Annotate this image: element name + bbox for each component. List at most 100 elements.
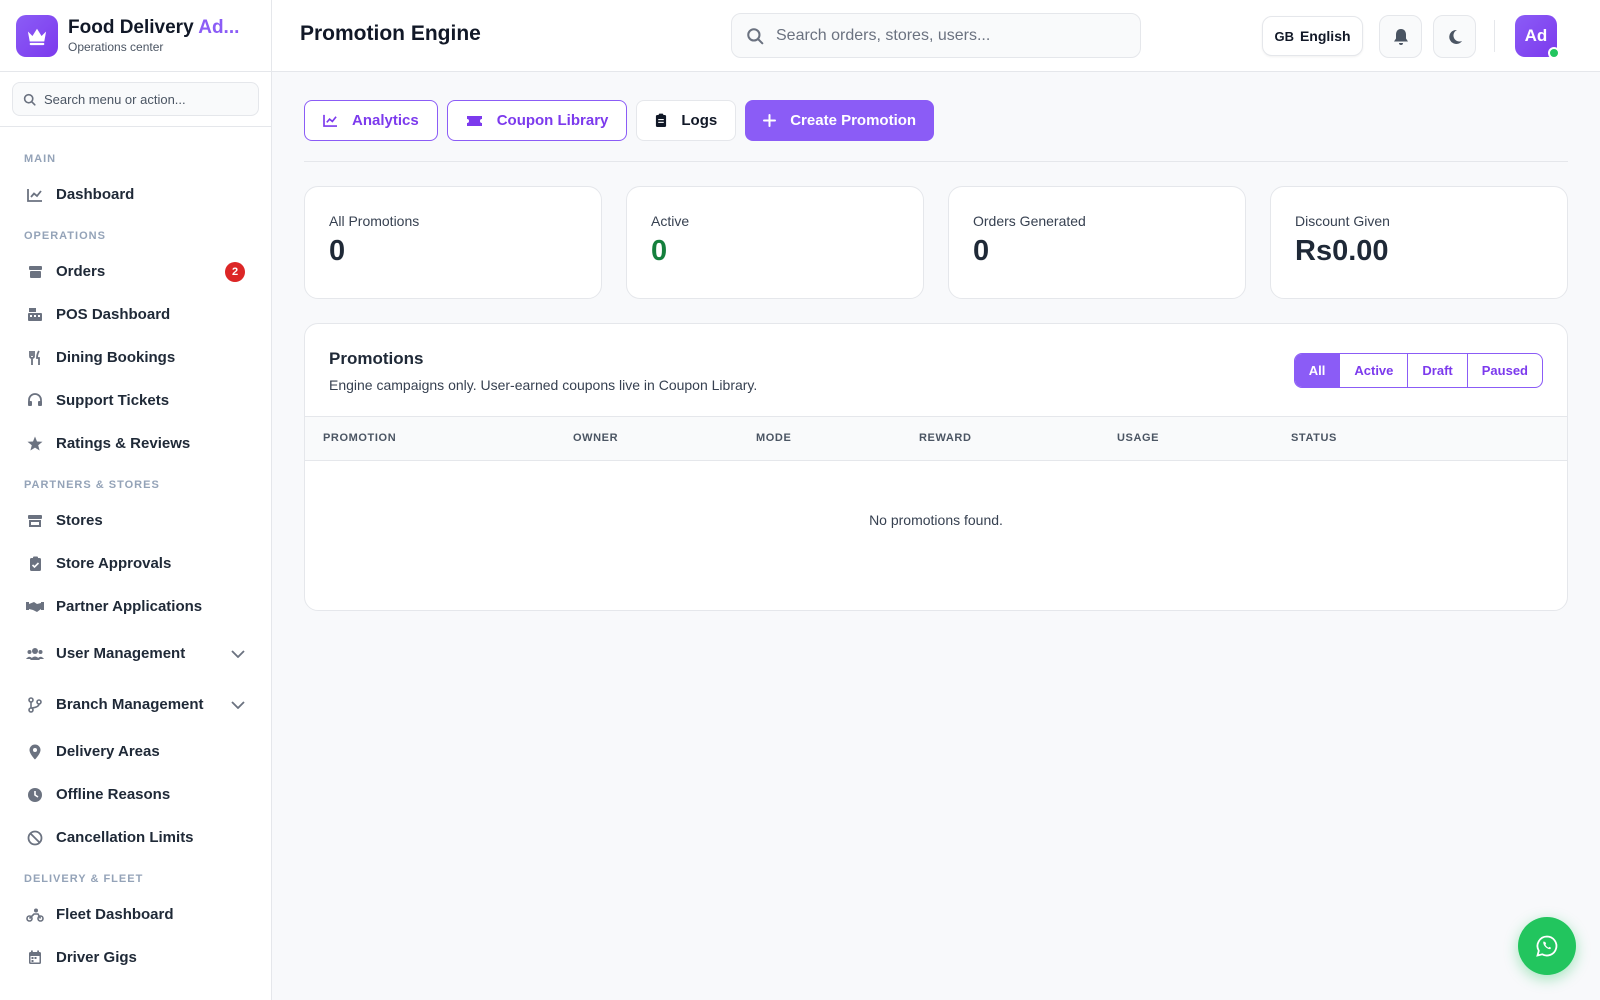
chevron-down-icon[interactable] [231,645,245,663]
sidebar-item-pos-dashboard[interactable]: POS Dashboard [0,293,271,336]
sidebar-item-label: Orders [56,263,106,280]
stat-value: Rs0.00 [1295,235,1389,267]
global-search-input[interactable] [776,26,1116,45]
stat-value: 0 [329,235,346,267]
notifications-button[interactable] [1379,15,1422,58]
empty-state-message: No promotions found. [869,512,1003,528]
analytics-button[interactable]: Analytics [304,100,438,141]
brand-subtitle: Operations center [68,40,164,54]
analytics-label: Analytics [352,112,419,129]
section-label-operations: OPERATIONS [24,230,106,242]
sidebar-item-label: Dining Bookings [56,349,176,366]
column-header-mode[interactable]: MODE [756,432,791,444]
sidebar-item-partner-applications[interactable]: Partner Applications [0,585,271,628]
section-label-delivery-fleet: DELIVERY & FLEET [24,873,144,885]
orders-count-badge: 2 [225,261,245,282]
table-header: PROMOTION OWNER MODE REWARD USAGE STATUS [305,417,1567,461]
filter-all[interactable]: All [1294,354,1341,387]
chart-line-icon [26,186,44,204]
filter-active[interactable]: Active [1340,354,1409,387]
avatar[interactable]: Ad [1515,15,1560,59]
logs-button[interactable]: Logs [636,100,737,141]
sidebar-item-label: Delivery Areas [56,743,160,760]
sidebar-item-label: User Management [56,645,186,662]
column-header-promotion[interactable]: PROMOTION [323,432,396,444]
global-search[interactable] [731,13,1141,58]
motorcycle-icon [26,906,44,924]
sidebar-item-label: POS Dashboard [56,306,171,323]
column-header-usage[interactable]: USAGE [1117,432,1159,444]
sidebar-item-store-approvals[interactable]: Store Approvals [0,542,271,585]
sidebar-item-label: Cancellation Limits [56,829,194,846]
stat-label: Orders Generated [973,213,1086,229]
theme-toggle-button[interactable] [1433,15,1476,58]
stat-card-orders-generated: Orders Generated 0 [948,186,1246,299]
star-icon [26,435,44,453]
clipboard-icon [655,113,667,128]
language-selector[interactable]: GB English [1262,16,1363,56]
sidebar-search-input[interactable] [44,91,234,107]
sidebar-item-orders[interactable]: Orders 2 [0,250,271,293]
promotions-panel: Promotions Engine campaigns only. User-e… [304,323,1568,611]
sidebar-item-driver-gigs[interactable]: Driver Gigs [0,936,271,979]
sidebar-item-cancellation-limits[interactable]: Cancellation Limits [0,816,271,859]
main-content: Analytics Coupon Library Logs Create Pro… [304,72,1568,611]
chevron-down-icon[interactable] [231,696,245,714]
map-pin-icon [26,743,44,761]
filter-paused[interactable]: Paused [1468,354,1542,387]
brand[interactable]: Food Delivery Ad... Operations center [0,0,271,72]
column-header-owner[interactable]: OWNER [573,432,618,444]
sidebar-nav: MAIN Dashboard OPERATIONS Orders 2 POS D… [0,127,271,979]
stat-card-discount-given: Discount Given Rs0.00 [1270,186,1568,299]
sidebar-item-label: Driver Gigs [56,949,137,966]
search-icon [747,27,764,44]
column-header-reward[interactable]: REWARD [919,432,972,444]
sidebar-item-stores[interactable]: Stores [0,499,271,542]
calendar-icon [26,949,44,967]
sidebar-item-support-tickets[interactable]: Support Tickets [0,379,271,422]
create-promotion-label: Create Promotion [790,112,917,129]
clipboard-check-icon [26,555,44,573]
bell-icon [1393,28,1408,45]
sidebar-item-dining-bookings[interactable]: Dining Bookings [0,336,271,379]
whatsapp-icon [1536,935,1558,957]
search-icon [23,93,36,106]
headset-icon [26,392,44,410]
sidebar-search[interactable] [12,82,259,116]
stat-label: Active [651,213,690,229]
sidebar-item-label: Ratings & Reviews [56,435,191,452]
clock-icon [26,786,44,804]
section-label-main: MAIN [24,153,57,165]
page-title: Promotion Engine [300,22,481,45]
sidebar-item-branch-management[interactable]: Branch Management [0,679,271,730]
coupon-library-label: Coupon Library [496,112,609,129]
ticket-icon [466,115,483,127]
box-icon [26,263,44,281]
top-header: Promotion Engine GB English Ad [272,0,1600,72]
coupon-library-button[interactable]: Coupon Library [446,100,628,141]
toolbar: Analytics Coupon Library Logs Create Pro… [304,72,1568,162]
sidebar-item-dashboard[interactable]: Dashboard [0,173,271,216]
sidebar-item-offline-reasons[interactable]: Offline Reasons [0,773,271,816]
sidebar-item-fleet-dashboard[interactable]: Fleet Dashboard [0,893,271,936]
sidebar-item-user-management[interactable]: User Management [0,628,271,679]
sidebar-item-label: Fleet Dashboard [56,906,174,923]
chart-line-icon [323,114,338,127]
stat-label: Discount Given [1295,213,1390,229]
store-icon [26,512,44,530]
stat-card-active: Active 0 [626,186,924,299]
column-header-status[interactable]: STATUS [1291,432,1337,444]
language-label: English [1299,28,1351,44]
sidebar-item-ratings-reviews[interactable]: Ratings & Reviews [0,422,271,465]
sidebar-item-delivery-areas[interactable]: Delivery Areas [0,730,271,773]
stat-card-all-promotions: All Promotions 0 [304,186,602,299]
whatsapp-chat-button[interactable] [1518,917,1576,975]
sidebar-item-label: Stores [56,512,103,529]
avatar-initials: Ad [1524,26,1548,45]
sidebar: Food Delivery Ad... Operations center MA… [0,0,272,1000]
users-icon [26,645,44,663]
brand-title: Food Delivery Ad... [68,17,240,38]
online-status-dot [1548,47,1560,59]
create-promotion-button[interactable]: Create Promotion [745,100,935,141]
filter-draft[interactable]: Draft [1408,354,1468,387]
